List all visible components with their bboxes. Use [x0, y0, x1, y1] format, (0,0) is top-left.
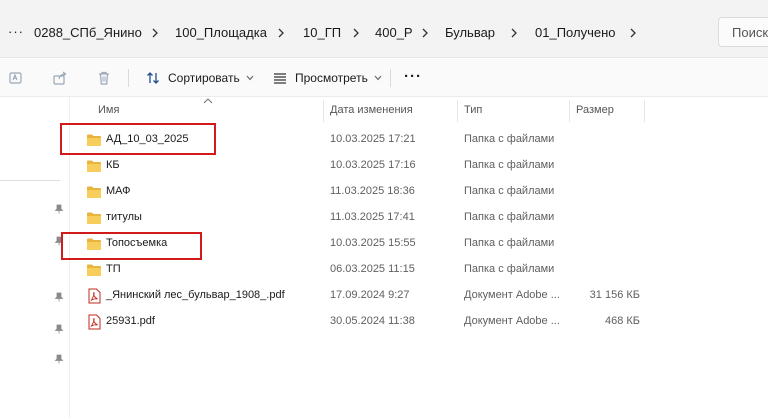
folder-icon [86, 158, 102, 174]
breadcrumb-item-polucheno[interactable]: 01_Получено [535, 25, 615, 40]
sort-button[interactable]: Сортировать [144, 68, 254, 88]
pdf-icon [86, 314, 102, 330]
file-date-modified: 10.03.2025 15:55 [330, 237, 416, 249]
folder-icon [86, 184, 102, 200]
chevron-down-icon [246, 75, 254, 81]
more-breadcrumbs-button[interactable]: ··· [8, 24, 24, 39]
file-type: Документ Adobe ... [464, 289, 560, 301]
file-date-modified: 11.03.2025 18:36 [330, 185, 415, 197]
file-type: Папка с файлами [464, 211, 555, 223]
nav-divider [0, 180, 60, 181]
file-type: Папка с файлами [464, 159, 555, 171]
file-date-modified: 10.03.2025 17:21 [330, 133, 416, 145]
chevron-right-icon[interactable] [508, 25, 520, 41]
chevron-right-icon[interactable] [419, 25, 431, 41]
breadcrumb-item-400r[interactable]: 400_Р [375, 25, 413, 40]
file-row[interactable]: ТП 06.03.2025 11:15 Папка с файлами [74, 257, 768, 283]
column-resize-handle[interactable] [569, 100, 570, 122]
rename-icon[interactable] [6, 68, 26, 88]
folder-icon [86, 262, 102, 278]
column-resize-handle[interactable] [323, 100, 324, 122]
chevron-right-icon[interactable] [275, 25, 287, 41]
command-bar: Сортировать Просмотреть ··· [0, 59, 768, 97]
file-type: Папка с файлами [464, 185, 555, 197]
file-date-modified: 11.03.2025 17:41 [330, 211, 415, 223]
share-icon[interactable] [50, 68, 70, 88]
column-resize-handle[interactable] [457, 100, 458, 122]
toolbar-separator [390, 69, 391, 87]
file-type: Папка с файлами [464, 133, 555, 145]
file-name: _Янинский лес_бульвар_1908_.pdf [106, 289, 285, 301]
folder-icon [86, 210, 102, 226]
file-row[interactable]: КБ 10.03.2025 17:16 Папка с файлами [74, 153, 768, 179]
file-date-modified: 17.09.2024 9:27 [330, 289, 410, 301]
chevron-down-icon [374, 75, 382, 81]
sort-label: Сортировать [168, 71, 240, 85]
file-name: КБ [106, 159, 120, 171]
highlight-box [61, 232, 202, 260]
breadcrumb-item-ploshchadka[interactable]: 100_Площадка [175, 25, 267, 40]
file-date-modified: 10.03.2025 17:16 [330, 159, 416, 171]
delete-icon[interactable] [94, 68, 114, 88]
column-header-type[interactable]: Тип [464, 97, 482, 123]
sort-icon [144, 69, 162, 87]
file-row[interactable]: МАФ 11.03.2025 18:36 Папка с файлами [74, 179, 768, 205]
chevron-right-icon[interactable] [350, 25, 362, 41]
file-name: МАФ [106, 185, 131, 197]
file-type: Документ Adobe ... [464, 315, 560, 327]
chevron-right-icon[interactable] [149, 25, 161, 41]
file-row[interactable]: 25931.pdf 30.05.2024 11:38 Документ Adobe … [74, 309, 768, 335]
pin-icon[interactable] [53, 353, 65, 365]
breadcrumb-item-gp[interactable]: 10_ГП [303, 25, 341, 40]
file-row[interactable]: _Янинский лес_бульвар_1908_.pdf 17.09.202… [74, 283, 768, 309]
pin-icon[interactable] [53, 291, 65, 303]
column-resize-handle[interactable] [644, 100, 645, 122]
search-input[interactable]: Поиск [718, 17, 768, 47]
file-size: 468 КБ [604, 315, 640, 327]
chevron-right-icon[interactable] [627, 25, 639, 41]
file-row[interactable]: титулы 11.03.2025 17:41 Папка с файлами [74, 205, 768, 231]
more-options-button[interactable]: ··· [404, 66, 422, 86]
file-size: 31 156 КБ [589, 289, 640, 301]
file-name: ТП [106, 263, 121, 275]
column-header-date[interactable]: Дата изменения [330, 97, 413, 123]
pin-icon[interactable] [53, 203, 65, 215]
pin-icon[interactable] [53, 323, 65, 335]
file-type: Папка с файлами [464, 263, 555, 275]
file-type: Папка с файлами [464, 237, 555, 249]
sort-ascending-icon [203, 98, 213, 104]
column-header-size[interactable]: Размер [576, 97, 614, 123]
breadcrumb-item-0288[interactable]: 0288_СПб_Янино [34, 25, 142, 40]
address-bar: ··· 0288_СПб_Янино 100_Площадка 10_ГП 40… [0, 0, 768, 58]
breadcrumb-item-bulvar[interactable]: Бульвар [445, 25, 495, 40]
view-icon [271, 69, 289, 87]
file-name: 25931.pdf [106, 315, 155, 327]
file-name: титулы [106, 211, 142, 223]
pdf-icon [86, 288, 102, 304]
file-date-modified: 06.03.2025 11:15 [330, 263, 415, 275]
view-label: Просмотреть [295, 71, 368, 85]
view-button[interactable]: Просмотреть [271, 68, 382, 88]
toolbar-separator [128, 69, 129, 87]
column-header-name[interactable]: Имя [98, 97, 119, 123]
highlight-box [60, 123, 216, 155]
file-date-modified: 30.05.2024 11:38 [330, 315, 415, 327]
